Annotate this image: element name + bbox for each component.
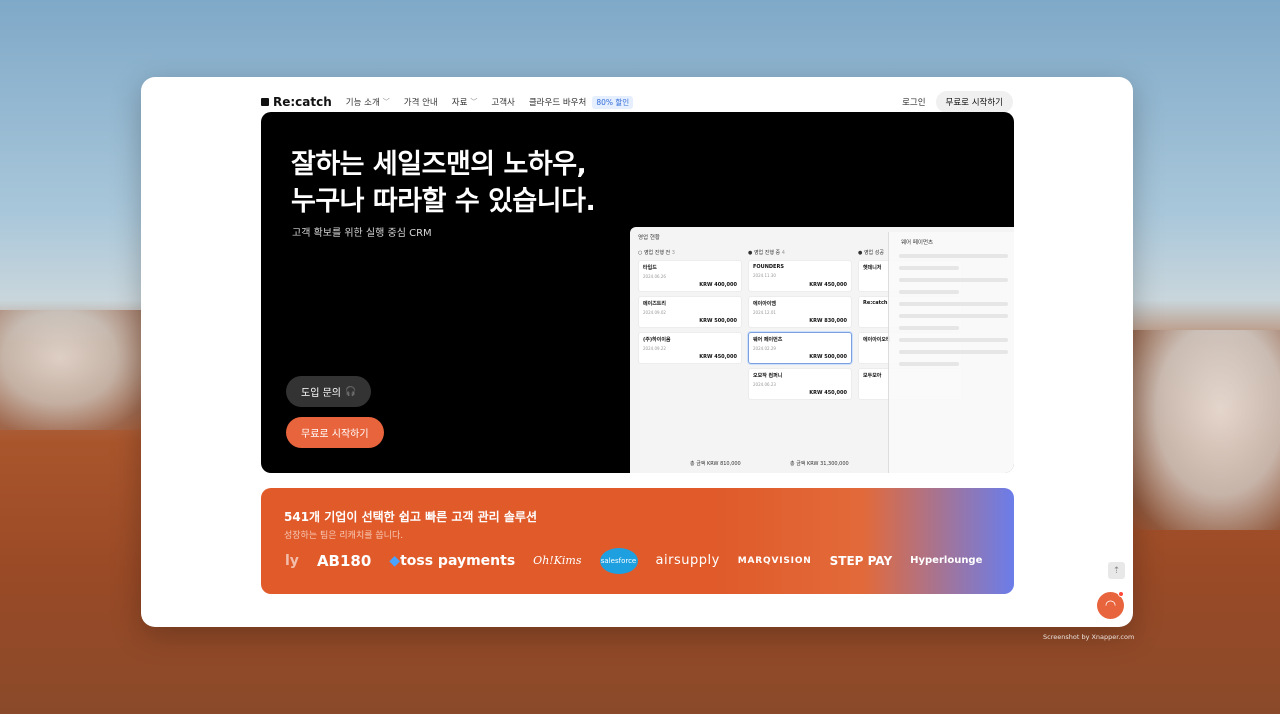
hero-subtitle: 고객 확보를 위한 실행 중심 CRM xyxy=(292,228,432,239)
client-logos: ly AB180 ◆toss payments Oh!Kims salesfor… xyxy=(285,547,1000,574)
panel-line xyxy=(899,350,1008,354)
deal-card[interactable]: 오모작 컴퍼니 2024.06.23 KRW 450,000 xyxy=(748,368,852,400)
deal-card[interactable]: (주)하이이움 2024.09.22 KRW 450,000 xyxy=(638,332,742,364)
nav-item-label: 가격 안내 xyxy=(403,98,438,108)
inquiry-button[interactable]: 도입 문의 🎧 xyxy=(286,376,372,407)
login-link[interactable]: 로그인 xyxy=(902,96,925,108)
headset-icon: 🎧 xyxy=(344,386,357,397)
panel-line xyxy=(899,338,1008,342)
column-header: ● 영업 진행 중 4 xyxy=(748,250,785,256)
board-column: ○ 영업 진행 전 3 타입드 2024.06.26 KRW 400,000 메… xyxy=(638,249,742,368)
nav-item-label: 고객사 xyxy=(491,98,515,108)
browser-window: Re:catch 기능 소개 ﹀ 가격 안내 자료 ﹀ 고객사 클라우드 바우처 8… xyxy=(141,77,1133,627)
clients-banner: 541개 기업이 선택한 쉽고 빠른 고객 관리 솔루션 성장하는 팀은 리캐치… xyxy=(261,488,1014,594)
panel-line xyxy=(899,254,1008,258)
start-free-button[interactable]: 무료로 시작하기 xyxy=(935,91,1013,113)
nav-actions: 로그인 무료로 시작하기 xyxy=(902,91,1013,113)
deal-card-selected[interactable]: 웨어 페이먼츠 2024.02.29 KRW 500,000 xyxy=(748,332,852,364)
deal-card[interactable]: 타입드 2024.06.26 KRW 400,000 xyxy=(638,260,742,292)
panel-line xyxy=(899,302,1008,306)
background-rock-right xyxy=(1130,330,1280,530)
discount-badge: 80% 할인 xyxy=(592,95,634,109)
nav-item-features[interactable]: 기능 소개 ﹀ xyxy=(346,96,390,108)
chat-icon: ◠ xyxy=(1104,598,1117,613)
banner-title: 541개 기업이 선택한 쉽고 빠른 고객 관리 솔루션 xyxy=(284,510,538,524)
column-total: 총 금액 KRW 810,000 xyxy=(690,461,741,467)
deal-card[interactable]: 에이아이엠 2024.12.01 KRW 830,000 xyxy=(748,296,852,328)
client-logo-ab180: AB180 xyxy=(316,551,372,570)
panel-line xyxy=(899,266,959,270)
panel-line xyxy=(899,326,959,330)
chevron-down-icon: ﹀ xyxy=(470,98,478,106)
panel-line xyxy=(899,278,1008,282)
deal-card[interactable]: 메이즈트리 2024.09.02 KRW 500,000 xyxy=(638,296,742,328)
nav-item-customers[interactable]: 고객사 xyxy=(491,96,514,108)
panel-title: 웨어 페이먼츠 xyxy=(901,240,934,246)
nav-item-resources[interactable]: 자료 ﹀ xyxy=(452,96,478,108)
nav-item-cloud-voucher[interactable]: 클라우드 바우처 xyxy=(529,96,586,108)
column-header: ○ 영업 진행 전 3 xyxy=(638,250,675,256)
recatch-logo[interactable]: Re:catch xyxy=(261,95,332,109)
panel-line xyxy=(899,290,959,294)
nav-item-label: 자료 xyxy=(451,98,468,108)
client-logo-hyperlounge: Hyperlounge xyxy=(910,555,983,566)
panel-line xyxy=(899,362,959,366)
client-logo-salesforce: salesforce xyxy=(599,547,638,574)
inquiry-button-label: 도입 문의 xyxy=(301,388,341,399)
nav-item-label: 기능 소개 xyxy=(345,98,380,108)
logo-icon xyxy=(261,98,269,106)
hero-title-line2: 누구나 따라할 수 있습니다. xyxy=(291,186,596,217)
client-logo-ohkims: Oh!Kims xyxy=(533,554,582,567)
client-logo: ly xyxy=(285,552,299,569)
toss-icon: ◆ xyxy=(389,552,401,569)
hero-section: 잘하는 세일즈맨의 노하우, 누구나 따라할 수 있습니다. 고객 확보를 위한… xyxy=(261,112,1014,473)
client-logo-steppay: STEP PAY xyxy=(829,553,893,568)
arrow-up-icon: ⇡ xyxy=(1112,565,1121,576)
chevron-down-icon: ﹀ xyxy=(382,98,390,106)
screenshot-credit: Screenshot by Xnapper.com xyxy=(1043,633,1135,641)
logo-text: Re:catch xyxy=(273,95,332,109)
nav-item-pricing[interactable]: 가격 안내 xyxy=(404,96,438,108)
board-column: ● 영업 진행 중 4 FOUNDERS 2024.11.30 KRW 450,… xyxy=(748,249,852,404)
board-title: 영업 현황 xyxy=(638,235,660,241)
background-rock-left xyxy=(0,310,150,430)
panel-line xyxy=(899,314,1008,318)
notification-dot xyxy=(1118,591,1124,597)
deal-detail-panel: 웨어 페이먼츠 xyxy=(888,232,1014,473)
hero-title-line1: 잘하는 세일즈맨의 노하우, xyxy=(291,149,587,180)
client-logo-airsupply: airsupply xyxy=(655,553,720,568)
column-total: 총 금액 KRW 31,300,000 xyxy=(790,461,849,467)
scroll-top-button[interactable]: ⇡ xyxy=(1108,562,1125,579)
hero-title: 잘하는 세일즈맨의 노하우, 누구나 따라할 수 있습니다. xyxy=(291,146,596,220)
deal-card[interactable]: FOUNDERS 2024.11.30 KRW 450,000 xyxy=(748,260,852,292)
hero-start-free-button[interactable]: 무료로 시작하기 xyxy=(286,417,384,448)
nav-item-label: 클라우드 바우처 xyxy=(528,98,587,108)
client-logo-marqvision: MARQVISION xyxy=(737,555,812,566)
client-logo-toss: ◆toss payments xyxy=(389,552,516,569)
banner-subtitle: 성장하는 팀은 리캐치를 씁니다. xyxy=(284,531,404,541)
